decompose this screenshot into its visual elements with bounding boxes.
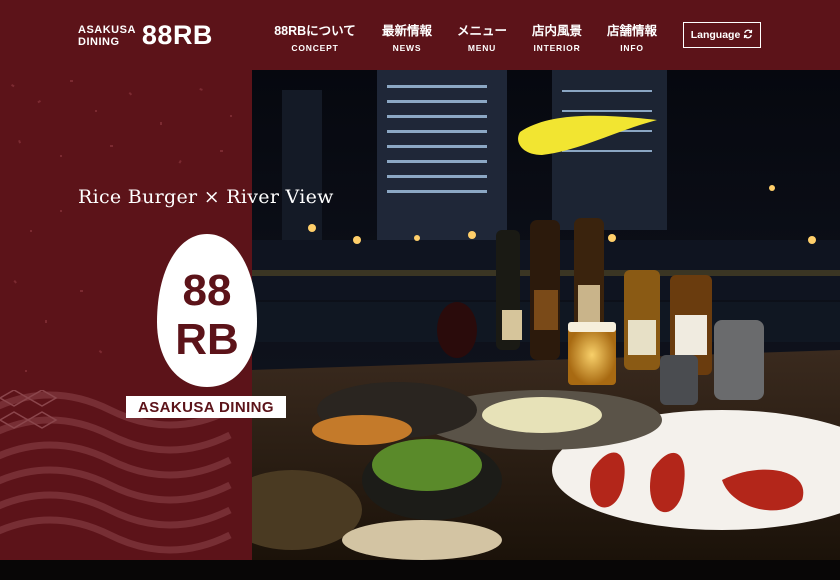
hero-photo (252, 70, 840, 560)
language-button[interactable]: Language (683, 22, 761, 48)
nav-item-interior[interactable]: 店内風景 INTERIOR (532, 20, 582, 53)
hero-tagline: Rice Burger × River View (78, 186, 334, 208)
nav-label-ja: 店舗情報 (606, 24, 658, 38)
bottom-bar (0, 560, 840, 580)
brand-label: ASAKUSA DINING (126, 396, 286, 418)
nav-label-ja: 最新情報 (381, 24, 433, 38)
nav-label-en: NEWS (392, 43, 422, 53)
hero-photo-image (252, 70, 840, 560)
nav-label-ja: 88RBについて (274, 24, 356, 38)
site-header: ASAKUSA DINING 88RB 88RBについて CONCEPT 最新情… (0, 0, 840, 70)
nav-label-en: INTERIOR (533, 43, 581, 53)
nav-label-en: MENU (467, 43, 497, 53)
nav-item-info[interactable]: 店舗情報 INFO (607, 20, 657, 53)
nav-label-ja: メニュー (456, 24, 508, 38)
nav-label-en: INFO (620, 43, 644, 53)
language-label: Language (690, 29, 741, 41)
brand-letters: RB (175, 315, 239, 364)
nav-item-news[interactable]: 最新情報 NEWS (382, 20, 432, 53)
nav-item-menu[interactable]: メニュー MENU (457, 20, 507, 53)
nav-item-concept[interactable]: 88RBについて CONCEPT (274, 20, 356, 53)
refresh-icon (743, 29, 753, 42)
rice-grain-logo: 88 RB (157, 234, 257, 387)
nav-label-ja: 店内風景 (531, 24, 583, 38)
brand-number: 88 (183, 266, 232, 315)
nav-label-en: CONCEPT (291, 43, 339, 53)
